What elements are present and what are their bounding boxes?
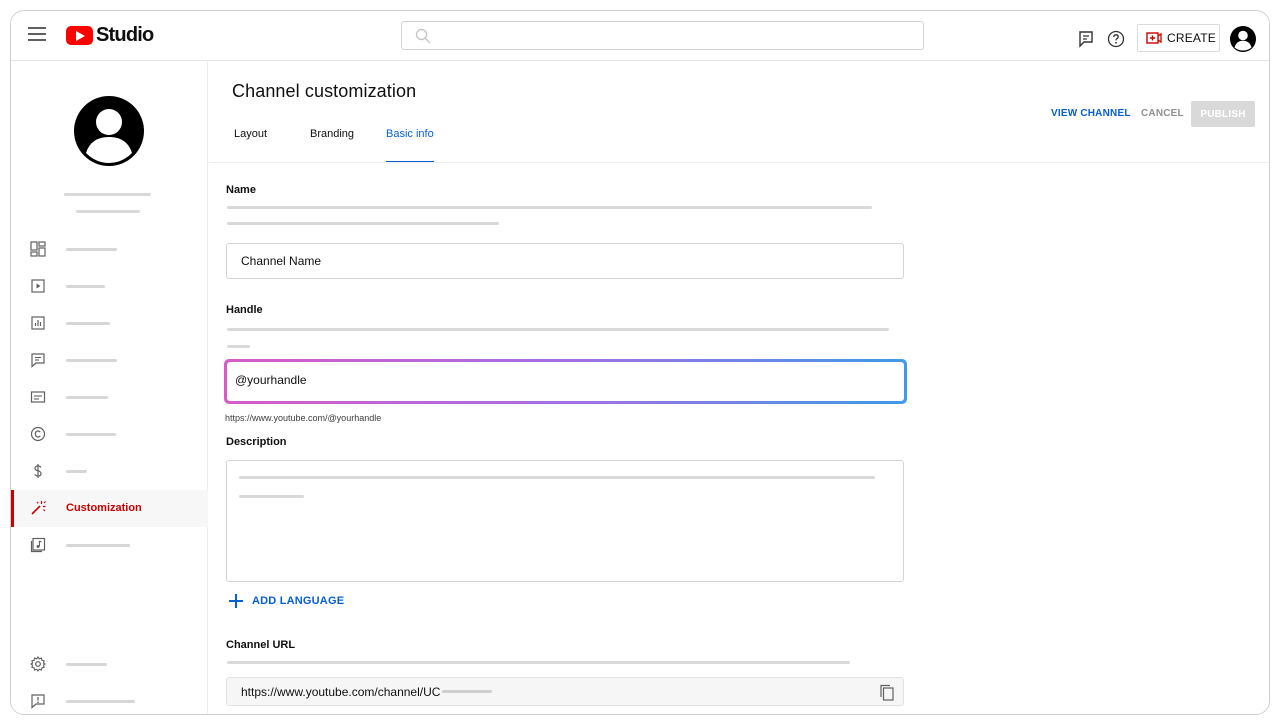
main-content: Channel customization VIEW CHANNEL CANCE…	[209, 62, 1269, 714]
youtube-play-icon	[66, 26, 93, 45]
help-icon[interactable]	[1106, 29, 1126, 49]
handle-field[interactable]	[224, 359, 907, 404]
description-text-placeholder	[239, 495, 304, 498]
channel-name-field[interactable]: Channel Name	[226, 243, 904, 279]
top-bar: Studio CREATE	[11, 11, 1269, 61]
create-video-icon	[1146, 32, 1162, 44]
create-button[interactable]: CREATE	[1137, 24, 1220, 52]
description-field[interactable]	[226, 460, 904, 582]
plus-icon	[229, 594, 243, 608]
sidebar-item-comments[interactable]	[11, 342, 208, 379]
name-description-placeholder	[227, 206, 872, 209]
sidebar-item-earn[interactable]	[11, 453, 208, 490]
subtitles-icon	[30, 391, 46, 403]
sidebar-item-dashboard[interactable]	[11, 231, 208, 268]
tab-basic-info[interactable]: Basic info	[386, 128, 434, 140]
earn-icon	[34, 464, 42, 478]
channel-name-placeholder	[64, 193, 151, 196]
dashboard-icon	[30, 241, 46, 257]
name-description-placeholder	[227, 222, 499, 225]
sidebar-item-label-placeholder	[66, 544, 130, 547]
description-label: Description	[226, 436, 287, 448]
sidebar-item-label-placeholder	[66, 700, 135, 703]
handle-description-placeholder	[227, 345, 250, 348]
sidebar-item-content[interactable]	[11, 268, 208, 305]
channel-url-value: https://www.youtube.com/channel/UC	[241, 685, 441, 699]
content-icon	[31, 279, 45, 293]
account-avatar-icon[interactable]	[1229, 25, 1257, 53]
hamburger-menu-icon[interactable]	[28, 27, 46, 41]
add-language-label: ADD LANGUAGE	[252, 595, 345, 607]
studio-logo[interactable]: Studio	[66, 24, 154, 47]
cancel-button[interactable]: CANCEL	[1141, 108, 1184, 119]
sidebar-item-label-placeholder	[66, 396, 108, 399]
analytics-icon	[31, 316, 45, 330]
channel-url-description-placeholder	[227, 661, 850, 664]
messages-icon[interactable]	[1077, 29, 1097, 49]
sidebar-item-audio-library[interactable]	[11, 527, 208, 564]
settings-icon	[30, 656, 46, 672]
search-icon	[415, 28, 431, 44]
sidebar-item-copyright[interactable]	[11, 416, 208, 453]
page-title: Channel customization	[232, 81, 417, 101]
tab-layout[interactable]: Layout	[234, 128, 267, 140]
feedback-icon	[31, 694, 45, 709]
sidebar-item-label-placeholder	[66, 470, 87, 473]
studio-window: Studio CREATE Customization Channel cust…	[10, 10, 1270, 715]
sidebar-item-label-placeholder	[66, 433, 116, 436]
channel-url-label: Channel URL	[226, 639, 296, 651]
add-language-button[interactable]: ADD LANGUAGE	[229, 594, 344, 608]
sidebar-item-subtitles[interactable]	[11, 379, 208, 416]
sidebar-item-label-placeholder	[66, 663, 107, 666]
sidebar-item-label-placeholder	[66, 285, 105, 288]
sidebar-item-label-placeholder	[66, 359, 117, 362]
handle-label: Handle	[226, 304, 263, 316]
sidebar-item-feedback[interactable]	[11, 683, 208, 714]
copy-icon[interactable]	[879, 684, 895, 701]
channel-id-placeholder	[442, 690, 492, 693]
channel-name-value: Channel Name	[241, 254, 322, 268]
search-input[interactable]	[438, 26, 908, 46]
sidebar-item-label-placeholder	[66, 322, 110, 325]
comments-icon	[31, 353, 45, 368]
name-label: Name	[226, 184, 256, 196]
channel-url-field[interactable]: https://www.youtube.com/channel/UC	[226, 677, 904, 706]
copyright-icon	[30, 426, 46, 442]
channel-avatar-icon[interactable]	[73, 95, 145, 167]
tab-branding[interactable]: Branding	[310, 128, 354, 140]
sidebar-item-analytics[interactable]	[11, 305, 208, 342]
create-label: CREATE	[1167, 31, 1216, 45]
channel-handle-placeholder	[76, 210, 140, 213]
tabs-divider	[209, 162, 1269, 163]
sidebar-item-label-placeholder	[66, 248, 117, 251]
search-bar[interactable]	[401, 21, 924, 50]
handle-description-placeholder	[227, 328, 889, 331]
view-channel-link[interactable]: VIEW CHANNEL	[1051, 108, 1131, 119]
sidebar: Customization	[11, 62, 208, 714]
sidebar-item-settings[interactable]	[11, 646, 208, 683]
handle-input[interactable]	[235, 370, 875, 390]
publish-button[interactable]: PUBLISH	[1191, 101, 1255, 127]
handle-url-helper: https://www.youtube.com/@yourhandle	[225, 413, 382, 423]
sidebar-item-customization[interactable]: Customization	[11, 490, 208, 527]
audio-library-icon	[30, 537, 46, 553]
sidebar-item-label: Customization	[66, 502, 142, 514]
logo-text: Studio	[96, 24, 154, 46]
description-text-placeholder	[239, 476, 875, 479]
magic-wand-icon	[31, 501, 46, 515]
